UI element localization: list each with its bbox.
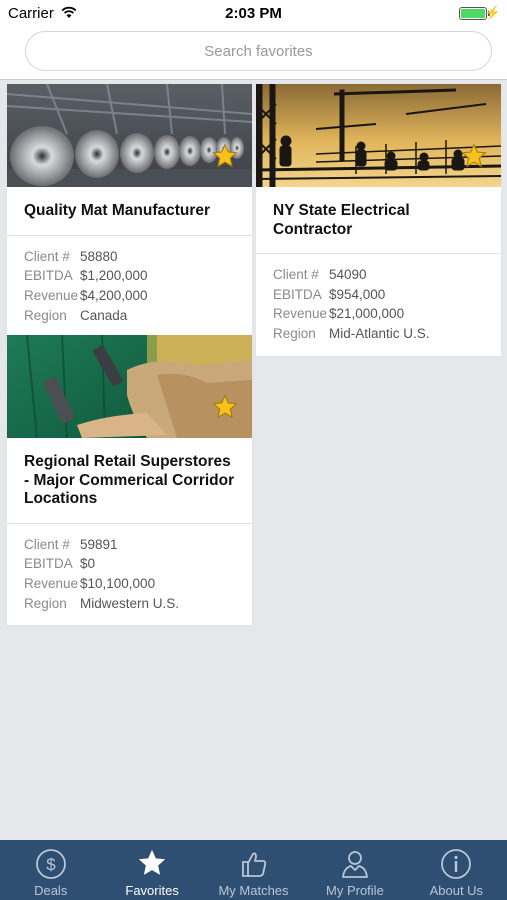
client-label: Client # [273, 267, 319, 282]
revenue-value: $4,200,000 [80, 287, 148, 303]
star-icon [138, 849, 166, 875]
card-details: Client # 59891 EBITDA $0 Revenue $10,100,00… [7, 524, 252, 626]
tab-label: My Matches [218, 883, 289, 898]
tab-my-matches[interactable]: My Matches [203, 840, 304, 900]
ebitda-label: EBITDA [24, 556, 73, 572]
client-label: Client # [24, 536, 70, 552]
charging-bolt-icon: ⚡ [484, 5, 501, 20]
ebitda-value: $0 [80, 556, 96, 572]
region-label: Region [273, 326, 316, 342]
tab-label: My Profile [326, 883, 384, 898]
battery-icon [459, 7, 487, 20]
search-input[interactable] [25, 31, 492, 71]
tab-label: Deals [34, 883, 68, 898]
client-value: 59891 [80, 536, 118, 552]
region-label: Region [24, 307, 67, 323]
dollar-circle-icon: $ [35, 849, 66, 879]
revenue-label: Revenue [273, 306, 328, 322]
ebitda-value: $1,200,000 [80, 268, 148, 284]
ebitda-value: $954,000 [329, 286, 386, 302]
ebitda-label: EBITDA [24, 268, 73, 284]
revenue-label: Revenue [24, 575, 79, 591]
favorite-star-icon[interactable] [212, 394, 238, 420]
thumbs-up-icon [241, 852, 266, 877]
ebitda-label: EBITDA [273, 286, 322, 302]
tab-label: Favorites [125, 883, 179, 898]
revenue-value: $21,000,000 [329, 306, 405, 322]
favorite-card[interactable]: NY State Electrical Contractor Client # 5… [256, 84, 501, 356]
tab-favorites[interactable]: Favorites [101, 840, 202, 900]
card-title: Quality Mat Manufacturer [7, 187, 252, 236]
card-title: NY State Electrical Contractor [256, 187, 501, 254]
person-icon [342, 851, 368, 878]
card-details: Client # 54090 EBITDA $954,000 Revenue $21,… [256, 254, 501, 356]
tab-deals[interactable]: $ Deals [0, 840, 101, 900]
favorite-card[interactable]: Regional Retail Superstores - Major Comm… [7, 335, 252, 626]
clock: 2:03 PM [225, 5, 282, 22]
region-value: Mid-Atlantic U.S. [329, 326, 430, 342]
card-photo-retail-shopper [7, 335, 252, 438]
favorite-star-icon[interactable] [212, 143, 238, 169]
favorite-card[interactable]: Quality Mat Manufacturer Client # 58880 E… [7, 84, 252, 338]
info-icon [441, 849, 472, 879]
tab-label: About Us [429, 883, 484, 898]
card-details: Client # 58880 EBITDA $1,200,000 Revenue $4… [7, 236, 252, 338]
client-value: 58880 [80, 248, 118, 264]
client-label: Client # [24, 248, 70, 264]
svg-text:$: $ [46, 855, 56, 874]
region-value: Canada [80, 307, 128, 323]
tab-my-profile[interactable]: My Profile [304, 840, 405, 900]
card-photo-steel-coils [7, 84, 252, 187]
search-bar [0, 28, 507, 80]
tab-about-us[interactable]: About Us [406, 840, 507, 900]
card-photo-construction-workers [256, 84, 501, 187]
card-title: Regional Retail Superstores - Major Comm… [7, 438, 252, 524]
revenue-label: Revenue [24, 287, 79, 303]
client-value: 54090 [329, 267, 367, 282]
favorite-star-icon[interactable] [461, 143, 487, 169]
region-value: Midwestern U.S. [80, 595, 180, 611]
revenue-value: $10,100,000 [80, 575, 156, 591]
region-label: Region [24, 595, 67, 611]
tab-bar: $ Deals Favorites My Matches My Profile … [0, 840, 507, 900]
status-bar: Carrier 2:03 PM ⚡ [0, 0, 507, 28]
